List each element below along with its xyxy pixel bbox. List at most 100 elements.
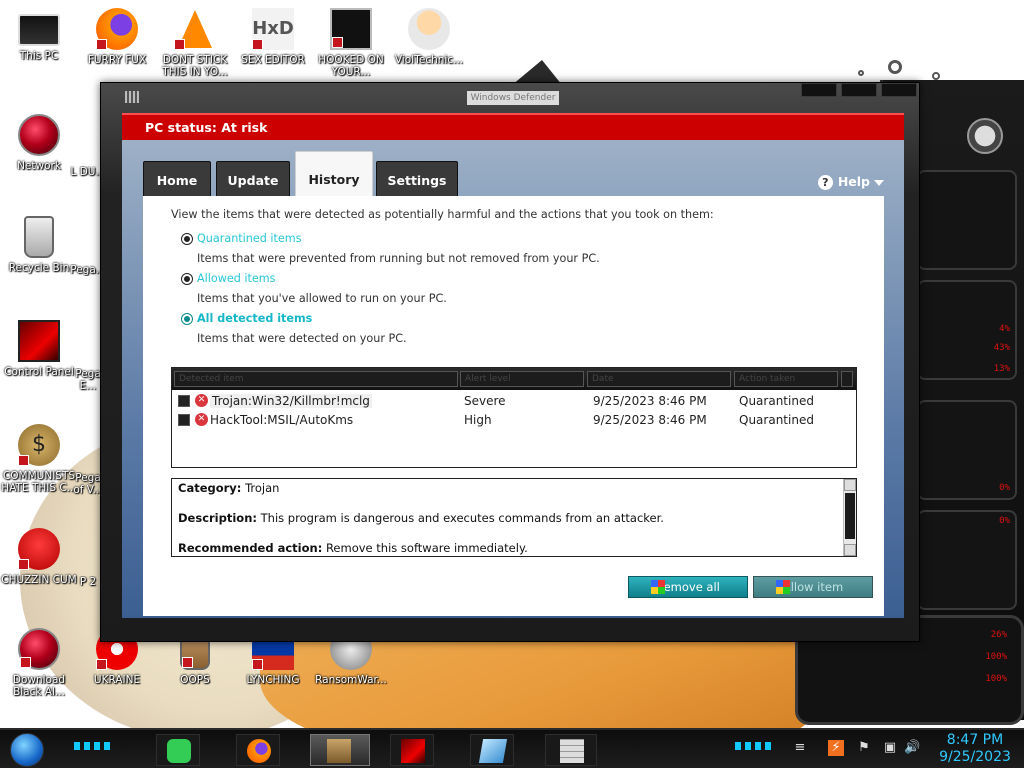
taskbar-firefox[interactable]	[236, 734, 280, 766]
row-level: High	[464, 413, 492, 427]
detail-action: Recommended action: Remove this software…	[178, 541, 528, 555]
option-quarantined-label[interactable]: Quarantined items	[197, 232, 302, 245]
table-row[interactable]: ✕ Trojan:Win32/Killmbr!mclg Severe 9/25/…	[172, 392, 856, 411]
tab-update[interactable]: Update	[216, 161, 290, 196]
maximize-button[interactable]	[841, 83, 877, 97]
scroll-thumb[interactable]	[845, 493, 855, 539]
close-button[interactable]	[881, 83, 917, 97]
tab-home[interactable]: Home	[143, 161, 211, 196]
option-allowed-label[interactable]: Allowed items	[197, 272, 276, 285]
gadget-value: 13%	[993, 364, 1010, 374]
start-button[interactable]	[10, 733, 44, 767]
desktop-icon-hooked[interactable]: HOOKED ON YOUR...	[310, 8, 392, 78]
taskbar-explorer[interactable]	[470, 734, 514, 766]
row-checkbox[interactable]	[178, 395, 190, 407]
taskbar-notes[interactable]	[156, 734, 200, 766]
row-name: Trojan:Win32/Killmbr!mclg	[210, 394, 372, 408]
column-header-date[interactable]: Date	[587, 371, 731, 387]
taskbar-glow	[735, 742, 771, 750]
detail-category-value: Trojan	[245, 481, 280, 495]
radio-button[interactable]	[181, 233, 193, 245]
brick-wall-icon	[560, 739, 584, 763]
taskbar-control-panel[interactable]	[390, 734, 434, 766]
shortcut-arrow-icon	[252, 39, 263, 50]
shortcut-arrow-icon	[18, 455, 29, 466]
detail-category-label: Category:	[178, 481, 242, 495]
taskbar-defender[interactable]	[310, 734, 370, 766]
uac-shield-icon	[776, 580, 790, 594]
desktop-icon-recycle-bin[interactable]: Recycle Bin	[0, 216, 80, 274]
desktop-icon-dont-stick[interactable]: DONT STICK THIS IN YO...	[154, 8, 236, 78]
shortcut-arrow-icon	[20, 657, 31, 668]
gadget-value: 26%	[990, 630, 1007, 640]
taskbar-clock[interactable]: 8:47 PM 9/25/2023	[926, 730, 1024, 770]
remove-all-label: Remove all	[656, 580, 720, 594]
tray-overflow-icon[interactable]: ≡	[792, 740, 808, 756]
details-scrollbar[interactable]	[843, 479, 856, 556]
gadget-cpu-meter	[917, 170, 1017, 270]
desktop-icon-control-panel[interactable]: Control Panel	[0, 320, 80, 378]
desktop-icon-network[interactable]: Network	[0, 114, 80, 172]
desktop-icon-sex-editor[interactable]: HxD SEX EDITOR	[232, 8, 314, 66]
desktop-icon-chuzzin[interactable]: CHUZZIN CUM	[0, 528, 80, 586]
network-icon[interactable]: ▣	[882, 740, 898, 756]
scroll-down-arrow-icon[interactable]	[844, 544, 856, 556]
option-all-detected-desc: Items that were detected on your PC.	[197, 332, 407, 345]
taskbar-firewall[interactable]	[545, 734, 597, 766]
row-action: Quarantined	[739, 413, 814, 427]
column-header-item[interactable]: Detected item	[174, 371, 458, 387]
detail-description-label: Description:	[178, 511, 257, 525]
option-all-detected-label[interactable]: All detected items	[197, 312, 312, 325]
radio-button[interactable]	[181, 273, 193, 285]
tray-app-icon[interactable]: ⚡	[828, 740, 844, 756]
shortcut-arrow-icon	[174, 39, 185, 50]
monitor-icon	[18, 14, 60, 46]
help-icon: ?	[817, 175, 833, 190]
taskbar-glow	[74, 742, 110, 750]
wallpaper-dot	[888, 60, 902, 74]
volume-icon[interactable]: 🔊	[904, 740, 920, 756]
column-header-extra	[841, 371, 853, 387]
desktop-icon-violtechnic[interactable]: VioITechnic...	[388, 8, 470, 66]
shortcut-arrow-icon	[332, 37, 343, 48]
allow-item-button[interactable]: Allow item	[753, 576, 873, 598]
row-checkbox[interactable]	[178, 414, 190, 426]
desktop-icon-this-pc[interactable]: This PC	[0, 8, 80, 62]
radio-button-selected[interactable]	[181, 313, 193, 325]
help-menu[interactable]: ? Help	[817, 174, 884, 190]
wallpaper-dot	[932, 72, 940, 80]
help-label: Help	[837, 174, 870, 189]
desktop-icon-furry-fux[interactable]: FURRY FUX	[76, 8, 158, 66]
table-row[interactable]: ✕ HackTool:MSIL/AutoKms High 9/25/2023 8…	[172, 411, 856, 430]
desktop-icon-download[interactable]: Download Black Al...	[0, 628, 80, 698]
tab-history[interactable]: History	[295, 151, 373, 196]
detail-action-label: Recommended action:	[178, 541, 323, 555]
minimize-button[interactable]	[801, 83, 837, 97]
desktop-icon-label: CHUZZIN CUM	[1, 574, 77, 586]
download-icon	[18, 628, 60, 670]
column-header-alert[interactable]: Alert level	[460, 371, 584, 387]
chuzzle-icon	[18, 528, 60, 570]
column-header-action[interactable]: Action taken	[734, 371, 838, 387]
remove-all-button[interactable]: Remove all	[628, 576, 748, 598]
threat-icon: ✕	[195, 413, 208, 426]
row-date: 9/25/2023 8:46 PM	[593, 394, 707, 408]
shortcut-arrow-icon	[96, 659, 107, 670]
history-panel: View the items that were detected as pot…	[143, 196, 884, 616]
desktop-icon-label: VioITechnic...	[394, 54, 464, 66]
scroll-up-arrow-icon[interactable]	[844, 479, 856, 491]
tab-settings[interactable]: Settings	[376, 161, 458, 196]
pc-status-bar: PC status: At risk	[122, 113, 904, 140]
desktop-icon-communists[interactable]: $ COMMUNISTS HATE THIS C...	[0, 424, 80, 494]
row-level: Severe	[464, 394, 506, 408]
defender-warning-flag-icon[interactable]: ⚑	[856, 740, 872, 756]
window-title: Windows Defender	[467, 91, 559, 105]
money-bag-icon: $	[18, 424, 60, 466]
desktop-icon-label: This PC	[19, 50, 59, 62]
detail-description: Description: This program is dangerous a…	[178, 511, 664, 525]
explorer-icon	[478, 739, 508, 763]
detail-action-value: Remove this software immediately.	[325, 541, 528, 555]
network-icon	[18, 114, 60, 156]
desktop-icon-label: SEX EDITOR	[241, 54, 305, 66]
desktop-icon-label: Recycle Bin	[8, 262, 70, 274]
